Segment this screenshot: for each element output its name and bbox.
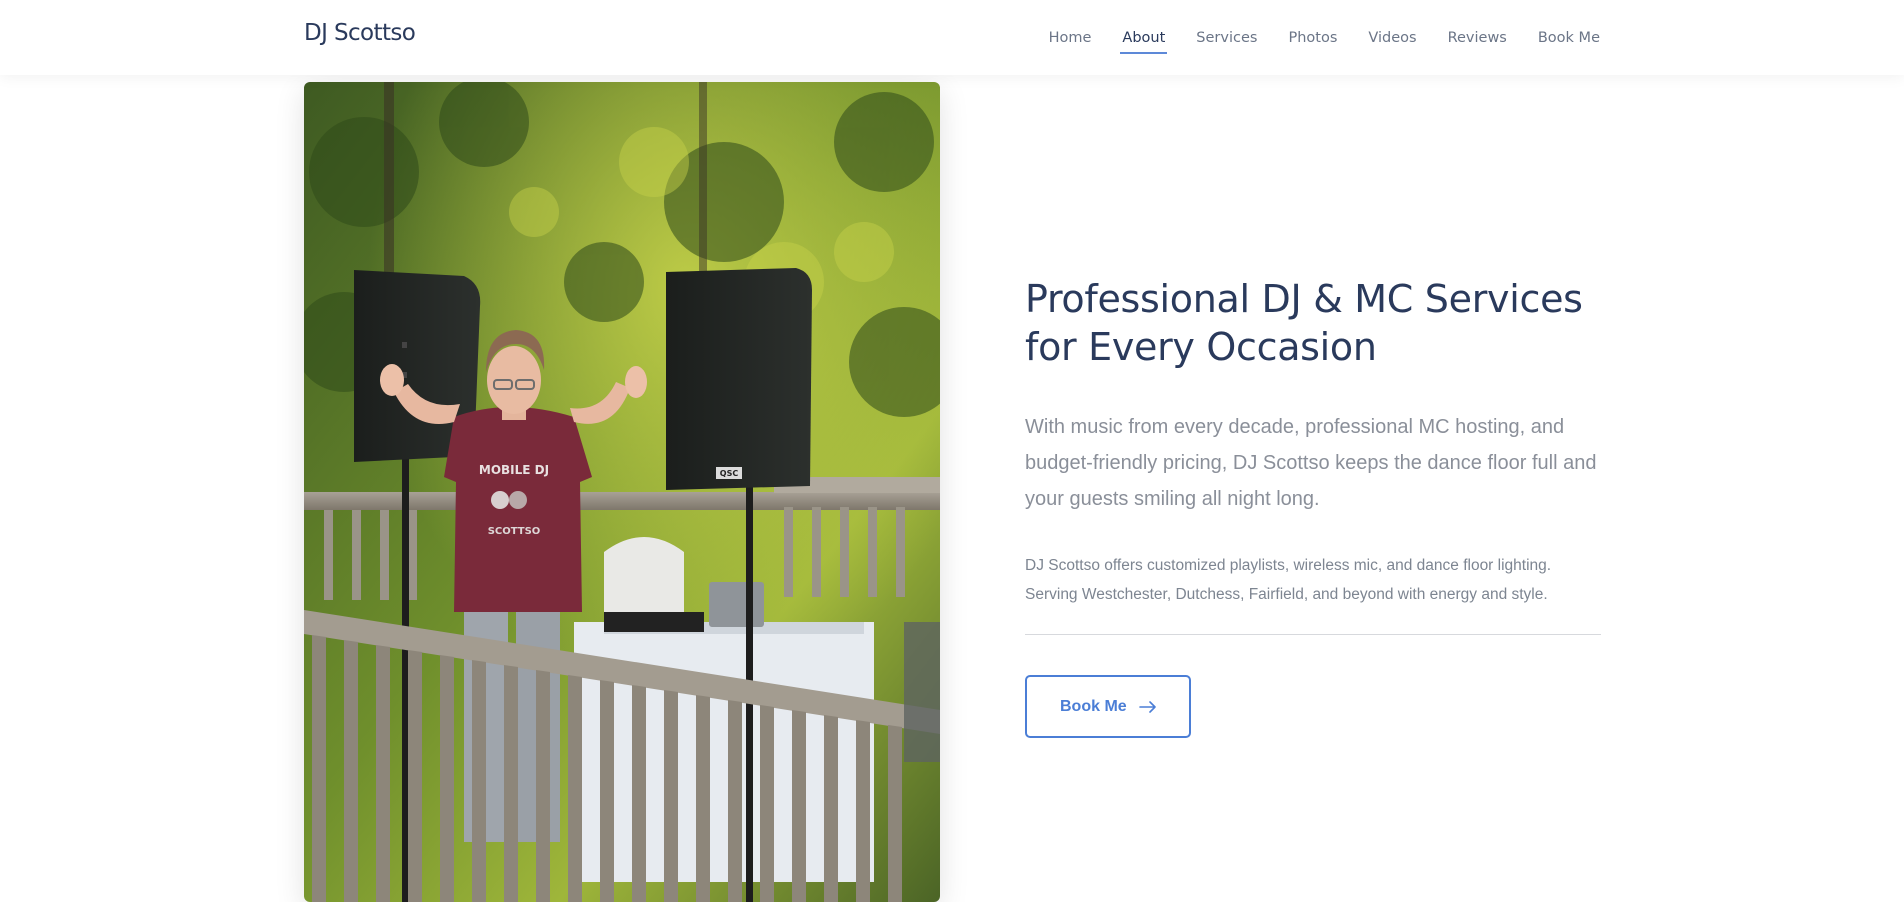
shirt-text-top: MOBILE DJ <box>479 463 549 477</box>
about-section: Professional DJ & MC Services for Every … <box>1025 275 1601 738</box>
nav-item-videos[interactable]: Videos <box>1368 24 1416 52</box>
details-line-2: Serving Westchester, Dutchess, Fairfield… <box>1025 586 1548 603</box>
site-header: DJ Scottso Home About Services Photos Vi… <box>0 0 1904 75</box>
lead-line-1: With music from every decade, profession… <box>1025 416 1565 438</box>
nav-item-reviews[interactable]: Reviews <box>1448 24 1507 52</box>
section-divider <box>1025 634 1601 635</box>
main-nav: Home About Services Photos Videos Review… <box>1049 0 1600 75</box>
speaker-badge-text: QSC <box>720 469 739 478</box>
page-title: Professional DJ & MC Services for Every … <box>1025 275 1601 371</box>
dj-photo: QSC MOBILE DJ SCOTTSO <box>304 82 940 902</box>
lead-line-3: your guests smiling all night long. <box>1025 488 1320 510</box>
details-line-1: DJ Scottso offers customized playlists, … <box>1025 557 1552 574</box>
nav-item-book-me[interactable]: Book Me <box>1538 24 1600 52</box>
dj-photo-illustration: QSC MOBILE DJ SCOTTSO <box>304 82 940 902</box>
nav-item-home[interactable]: Home <box>1049 24 1092 52</box>
shirt-text-bottom: SCOTTSO <box>488 526 541 537</box>
book-me-button[interactable]: Book Me <box>1025 675 1191 738</box>
headline-line-2: for Every Occasion <box>1025 325 1377 369</box>
headline-line-1: Professional DJ & MC Services <box>1025 277 1583 321</box>
nav-item-photos[interactable]: Photos <box>1288 24 1337 52</box>
arrow-right-icon <box>1138 700 1157 713</box>
details-paragraph: DJ Scottso offers customized playlists, … <box>1025 551 1601 609</box>
book-me-label: Book Me <box>1060 697 1127 715</box>
nav-item-about[interactable]: About <box>1120 24 1168 54</box>
lead-line-2: budget-friendly pricing, DJ Scottso keep… <box>1025 452 1597 474</box>
lead-paragraph: With music from every decade, profession… <box>1025 409 1601 517</box>
nav-item-services[interactable]: Services <box>1196 24 1257 52</box>
brand-logo[interactable]: DJ Scottso <box>304 20 416 46</box>
